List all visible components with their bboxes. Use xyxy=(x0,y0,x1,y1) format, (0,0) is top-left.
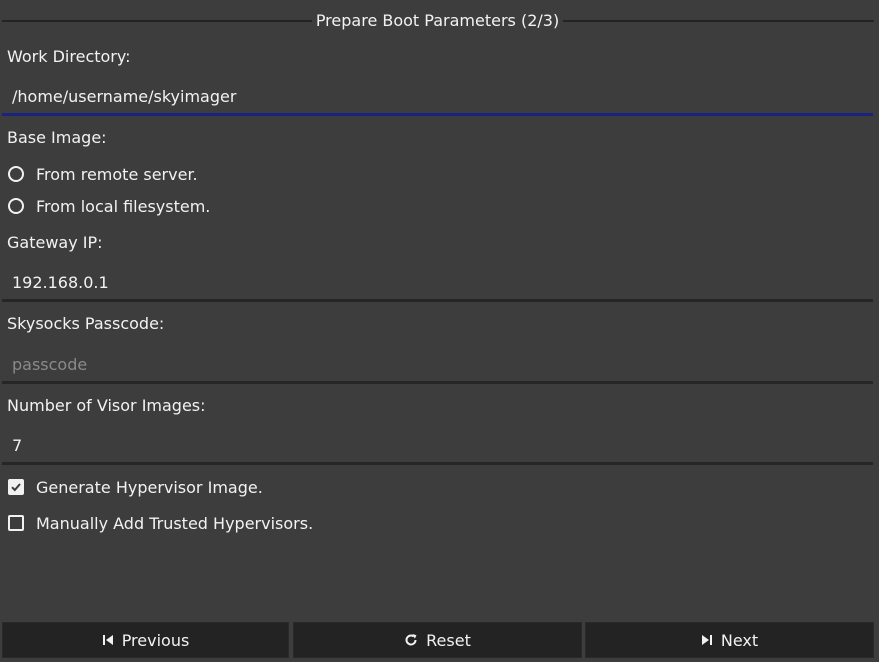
reset-button[interactable]: Reset xyxy=(293,622,582,658)
skysocks-passcode-input[interactable] xyxy=(2,348,873,384)
reset-button-label: Reset xyxy=(426,630,471,650)
radio-local-filesystem-label: From local filesystem. xyxy=(36,196,211,216)
previous-button-label: Previous xyxy=(121,630,190,650)
work-directory-input[interactable] xyxy=(2,80,873,116)
checkbox-manual-trusted[interactable]: Manually Add Trusted Hypervisors. xyxy=(8,512,313,534)
header-rule-left xyxy=(2,20,312,22)
work-directory-label: Work Directory: xyxy=(7,47,131,66)
radio-local-filesystem[interactable]: From local filesystem. xyxy=(8,195,210,217)
boot-parameters-dialog: Prepare Boot Parameters (2/3) Work Direc… xyxy=(0,0,879,662)
checkbox-unchecked-icon[interactable] xyxy=(8,515,24,531)
checkbox-generate-hypervisor[interactable]: Generate Hypervisor Image. xyxy=(8,476,263,498)
header-rule-right xyxy=(563,20,874,22)
gateway-ip-input[interactable] xyxy=(2,266,873,302)
checkbox-manual-trusted-label: Manually Add Trusted Hypervisors. xyxy=(36,513,314,533)
next-button[interactable]: Next xyxy=(585,622,874,658)
skip-next-icon xyxy=(701,634,713,646)
radio-remote-server-label: From remote server. xyxy=(36,164,198,184)
checkbox-generate-hypervisor-label: Generate Hypervisor Image. xyxy=(36,477,263,497)
visor-images-input[interactable] xyxy=(2,429,873,465)
footer-button-bar: Previous Reset Next xyxy=(0,622,879,662)
page-title: Prepare Boot Parameters (2/3) xyxy=(315,11,560,30)
gateway-ip-label: Gateway IP: xyxy=(7,233,103,252)
skysocks-passcode-label: Skysocks Passcode: xyxy=(7,314,165,333)
radio-circle-icon[interactable] xyxy=(8,166,24,182)
previous-button[interactable]: Previous xyxy=(2,622,289,658)
base-image-label: Base Image: xyxy=(7,128,107,147)
checkbox-checked-icon[interactable] xyxy=(8,479,24,495)
refresh-icon xyxy=(404,633,418,647)
radio-circle-icon[interactable] xyxy=(8,198,24,214)
visor-images-label: Number of Visor Images: xyxy=(7,396,206,415)
checkmark-icon xyxy=(11,483,21,492)
next-button-label: Next xyxy=(720,630,759,650)
dialog-header: Prepare Boot Parameters (2/3) xyxy=(0,10,879,32)
skip-previous-icon xyxy=(102,634,114,646)
radio-remote-server[interactable]: From remote server. xyxy=(8,163,198,185)
